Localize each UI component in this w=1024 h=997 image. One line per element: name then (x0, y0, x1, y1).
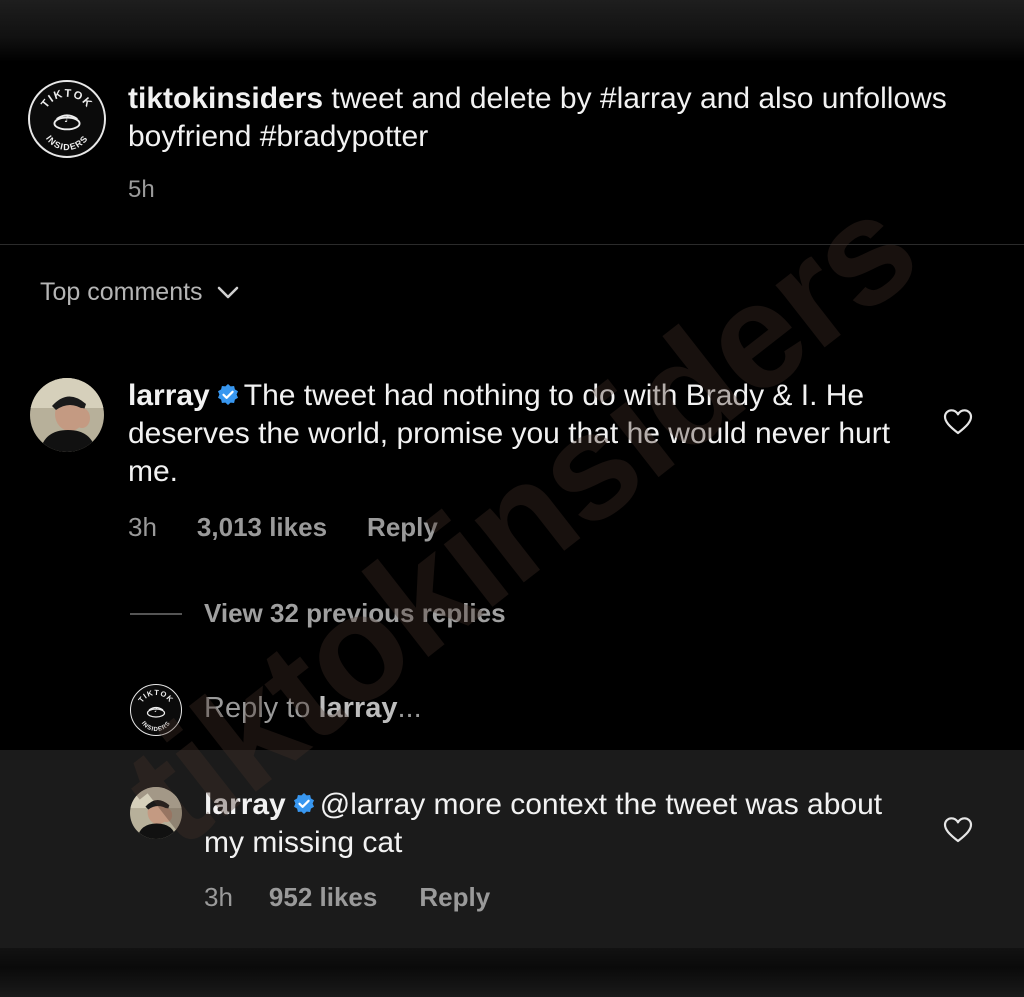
reply-avatar[interactable] (130, 787, 182, 839)
verified-badge-icon (293, 793, 314, 814)
reply-input-target: larray (318, 692, 398, 724)
bottom-fade (0, 948, 1024, 997)
svg-text:♪: ♪ (64, 115, 70, 125)
reply-reply-button[interactable]: Reply (419, 882, 490, 913)
post-time: 5h (128, 176, 155, 203)
reply-time: 3h (204, 882, 233, 912)
like-heart-icon[interactable] (943, 408, 973, 436)
svg-text:INSIDERS: INSIDERS (140, 721, 172, 733)
comment-body: larray The tweet had nothing to do with B… (128, 377, 908, 491)
svg-text:TIKTOK: TIKTOK (39, 88, 95, 111)
top-fade (0, 0, 1024, 62)
view-replies-label: View 32 previous replies (204, 598, 506, 628)
reply-likes[interactable]: 952 likes (269, 882, 377, 913)
divider (0, 244, 1024, 245)
reply-meta: 3h 952 likes Reply (204, 882, 490, 913)
reply-input-avatar: TIKTOK INSIDERS ♪ (130, 684, 182, 736)
reply-input[interactable]: Reply to larray... (204, 692, 422, 725)
commenter-avatar[interactable] (30, 378, 104, 452)
svg-text:INSIDERS: INSIDERS (44, 133, 90, 152)
like-heart-icon[interactable] (943, 816, 973, 844)
comment-meta: 3h 3,013 likes Reply (128, 512, 438, 543)
top-comments-label: Top comments (40, 278, 203, 306)
top-comments-dropdown[interactable]: Top comments (40, 278, 239, 307)
reply-input-prefix: Reply to (204, 692, 319, 724)
post-caption: tiktokinsiders tweet and delete by #larr… (128, 80, 948, 156)
user-photo-icon (30, 378, 104, 452)
tiktok-insiders-logo-icon: TIKTOK INSIDERS ♪ (39, 88, 95, 152)
comment-reply-button[interactable]: Reply (367, 512, 438, 543)
reply-input-suffix: ... (397, 692, 422, 724)
view-previous-replies[interactable]: View 32 previous replies (130, 598, 506, 629)
post-avatar[interactable]: TIKTOK INSIDERS ♪ (28, 80, 106, 158)
comment-time: 3h (128, 512, 157, 542)
comment-likes[interactable]: 3,013 likes (197, 512, 327, 543)
svg-text:♪: ♪ (154, 707, 158, 714)
reply-username[interactable]: larray (204, 788, 286, 821)
post-username[interactable]: tiktokinsiders (128, 82, 323, 115)
reply-body: larray @larray more context the tweet was… (204, 786, 904, 862)
tiktok-insiders-logo-icon: TIKTOK INSIDERS ♪ (136, 688, 175, 733)
verified-badge-icon (217, 384, 238, 405)
chevron-down-icon (217, 286, 238, 298)
user-photo-icon (130, 787, 182, 839)
svg-text:TIKTOK: TIKTOK (136, 688, 175, 704)
comment-username[interactable]: larray (128, 379, 210, 412)
replies-line (130, 612, 182, 615)
comment-text: The tweet had nothing to do with Brady &… (128, 379, 891, 488)
